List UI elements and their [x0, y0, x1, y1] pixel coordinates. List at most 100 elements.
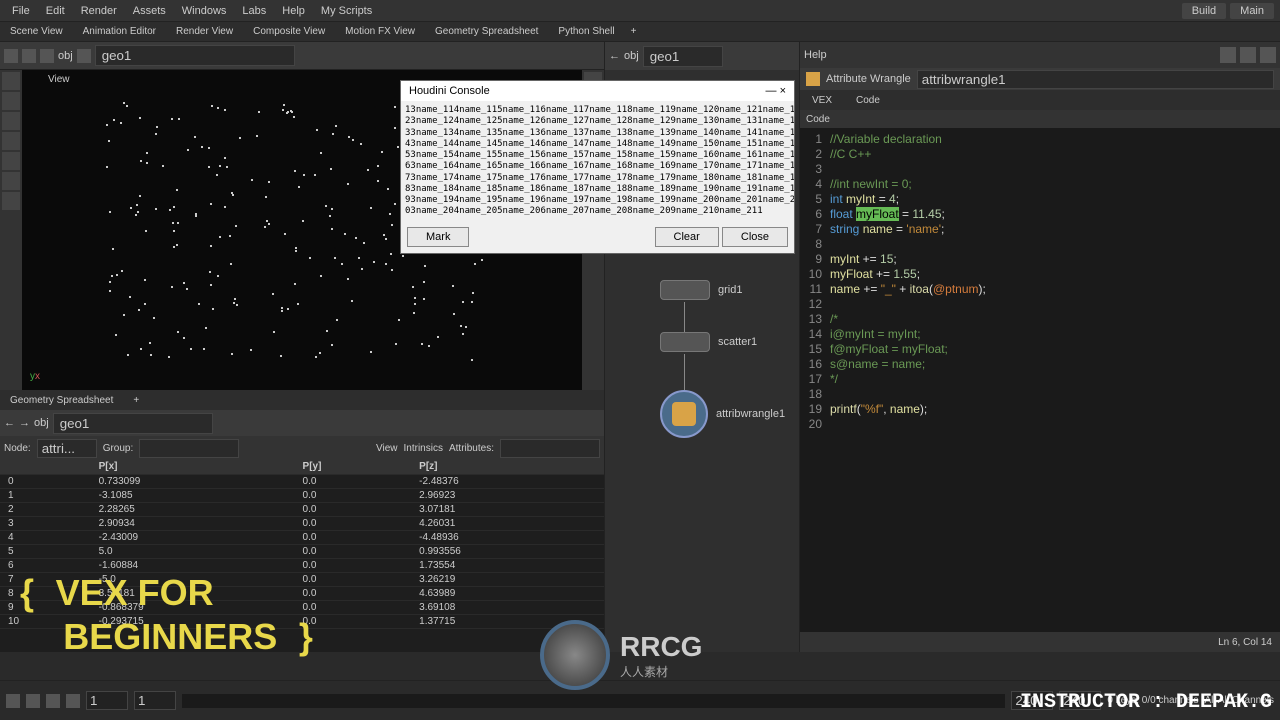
- search-icon[interactable]: [1240, 47, 1256, 63]
- menu-edit[interactable]: Edit: [38, 5, 73, 17]
- play-prev-icon[interactable]: [26, 694, 40, 708]
- path-level[interactable]: obj: [58, 50, 73, 62]
- path-input[interactable]: [53, 413, 213, 434]
- parm-tabs: VEXCode: [800, 90, 1280, 110]
- attributes-label: Attributes:: [449, 443, 494, 454]
- spreadsheet-tabs: Geometry Spreadsheet +: [0, 390, 604, 410]
- main-dropdown[interactable]: Main: [1230, 3, 1274, 19]
- pin-icon[interactable]: [1220, 47, 1236, 63]
- tool-icon[interactable]: [2, 172, 20, 190]
- overlay-instructor: INSTRUCTOR : DEEPAK.G: [1020, 691, 1272, 714]
- play-start-icon[interactable]: [6, 694, 20, 708]
- table-row[interactable]: 6-1.608840.01.73554: [0, 558, 604, 572]
- menu-windows[interactable]: Windows: [174, 5, 235, 17]
- tab-render-view[interactable]: Render View: [166, 26, 243, 37]
- node-label: Node:: [4, 443, 31, 454]
- code-section-label: Code: [800, 110, 1280, 128]
- dialog-title: Houdini Console: [409, 85, 766, 97]
- menu-labs[interactable]: Labs: [234, 5, 274, 17]
- node-grid1[interactable]: grid1: [660, 280, 742, 300]
- tab-animation-editor[interactable]: Animation Editor: [73, 26, 166, 37]
- main-menubar: FileEditRenderAssetsWindowsLabsHelpMy Sc…: [0, 0, 1280, 22]
- tab-spreadsheet[interactable]: Geometry Spreadsheet: [0, 395, 123, 406]
- fwd-icon[interactable]: →: [19, 417, 30, 429]
- tool-icon[interactable]: [2, 192, 20, 210]
- parm-tab-code[interactable]: Code: [844, 95, 892, 106]
- gear-icon[interactable]: [1260, 47, 1276, 63]
- cursor-pos: Ln 6, Col 14: [1218, 637, 1272, 648]
- menu-my scripts[interactable]: My Scripts: [313, 5, 380, 17]
- parm-tab-vex[interactable]: VEX: [800, 95, 844, 106]
- attr-field[interactable]: [500, 439, 600, 458]
- desktop-tabs: Scene ViewAnimation EditorRender ViewCom…: [0, 22, 1280, 42]
- play-next-icon[interactable]: [66, 694, 80, 708]
- minimize-icon[interactable]: —: [766, 85, 777, 97]
- table-row[interactable]: 55.00.00.993556: [0, 544, 604, 558]
- viewport-label: View: [48, 74, 70, 85]
- spreadsheet-path: ← → obj: [0, 410, 604, 436]
- tab-add[interactable]: +: [123, 395, 149, 406]
- tab-python-shell[interactable]: Python Shell: [548, 26, 624, 37]
- frame-cur[interactable]: [134, 691, 176, 710]
- path-level[interactable]: obj: [624, 50, 639, 62]
- overlay-title: { VEX FOR BEGINNERS }: [20, 572, 313, 660]
- level-icon[interactable]: [40, 49, 54, 63]
- shelf-left: [0, 70, 22, 390]
- network-pathbar: ← obj: [605, 42, 799, 70]
- intrinsics-drop[interactable]: Intrinsics: [404, 443, 443, 454]
- mark-button[interactable]: Mark: [407, 227, 469, 247]
- back-icon[interactable]: [4, 49, 18, 63]
- timeline-track[interactable]: [182, 694, 1005, 708]
- node-name-field[interactable]: [917, 70, 1274, 89]
- close-button[interactable]: Close: [722, 227, 788, 247]
- table-row[interactable]: 32.909340.04.26031: [0, 516, 604, 530]
- node-attribwrangle1[interactable]: attribwrangle1: [660, 390, 785, 438]
- clear-button[interactable]: Clear: [655, 227, 719, 247]
- play-icon[interactable]: [46, 694, 60, 708]
- table-row[interactable]: 4-2.430090.0-4.48936: [0, 530, 604, 544]
- node-header: Attribute Wrangle: [800, 68, 1280, 90]
- code-editor[interactable]: 1//Variable declaration2//C C++34//int n…: [800, 128, 1280, 632]
- status-bar: Ln 6, Col 14: [800, 632, 1280, 652]
- node-field[interactable]: [37, 439, 97, 458]
- logo-icon: [540, 620, 610, 690]
- menu-assets[interactable]: Assets: [125, 5, 174, 17]
- table-row[interactable]: 1-3.10850.02.96923: [0, 488, 604, 502]
- menu-render[interactable]: Render: [73, 5, 125, 17]
- close-icon[interactable]: ×: [780, 85, 786, 97]
- console-output[interactable]: 13name_114name_115name_116name_117name_1…: [401, 101, 794, 221]
- node-scatter1[interactable]: scatter1: [660, 332, 757, 352]
- node-type: Attribute Wrangle: [826, 73, 911, 85]
- build-dropdown[interactable]: Build: [1182, 3, 1226, 19]
- view-drop[interactable]: View: [376, 443, 398, 454]
- frame-start[interactable]: [86, 691, 128, 710]
- menu-help[interactable]: Help: [274, 5, 313, 17]
- group-field[interactable]: [139, 439, 239, 458]
- tab-motion-fx-view[interactable]: Motion FX View: [335, 26, 425, 37]
- tab-scene-view[interactable]: Scene View: [0, 26, 73, 37]
- tool-icon[interactable]: [2, 72, 20, 90]
- tool-icon[interactable]: [2, 112, 20, 130]
- fwd-icon[interactable]: [22, 49, 36, 63]
- wrangle-icon: [806, 72, 820, 86]
- tab-geometry-spreadsheet[interactable]: Geometry Spreadsheet: [425, 26, 548, 37]
- tool-icon[interactable]: [2, 132, 20, 150]
- help-tab[interactable]: Help: [804, 49, 827, 61]
- back-icon[interactable]: ←: [4, 417, 15, 429]
- tool-icon[interactable]: [2, 92, 20, 110]
- parm-toolbar: Help: [800, 42, 1280, 68]
- menu-file[interactable]: File: [4, 5, 38, 17]
- overlay-logo: RRCG 人人素材: [540, 620, 702, 690]
- node-icon: [77, 49, 91, 63]
- back-icon[interactable]: ←: [609, 50, 620, 62]
- path-input[interactable]: [643, 46, 723, 67]
- axis-gnomon: yx: [30, 371, 40, 382]
- table-row[interactable]: 00.7330990.0-2.48376: [0, 474, 604, 488]
- path-input[interactable]: [95, 45, 295, 66]
- tab-add[interactable]: +: [625, 26, 643, 37]
- table-row[interactable]: 22.282650.03.07181: [0, 502, 604, 516]
- tab-composite-view[interactable]: Composite View: [243, 26, 335, 37]
- viewport-pathbar: obj: [0, 42, 604, 70]
- path-level[interactable]: obj: [34, 417, 49, 429]
- tool-icon[interactable]: [2, 152, 20, 170]
